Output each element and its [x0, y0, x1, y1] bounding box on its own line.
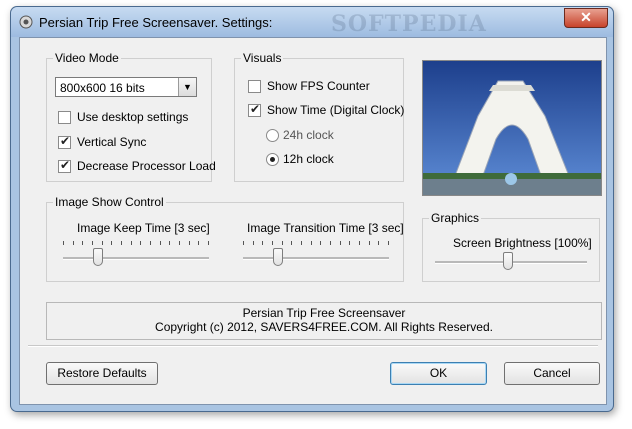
copyright-text: Copyright (c) 2012, SAVERS4FREE.COM. All… — [155, 320, 493, 334]
slider-tick — [160, 241, 161, 245]
slider-ticks — [63, 241, 209, 246]
slider-track — [243, 257, 389, 260]
slider-tick — [150, 241, 151, 245]
slider-tick — [121, 241, 122, 245]
video-mode-legend: Video Mode — [53, 51, 121, 65]
keep-time-slider[interactable] — [63, 241, 209, 270]
slider-tick — [282, 241, 283, 245]
visuals-group: Visuals Show FPS Counter ✔ Show Time (Di… — [234, 51, 405, 182]
slider-tick — [131, 241, 132, 245]
clock-24h-radio[interactable] — [266, 129, 279, 142]
slider-tick — [198, 241, 199, 245]
slider-tick — [388, 241, 389, 245]
slider-tick — [140, 241, 141, 245]
slider-tick — [208, 241, 209, 245]
transition-time-label: Image Transition Time [3 sec] — [247, 221, 404, 235]
slider-tick — [349, 241, 350, 245]
slider-tick — [253, 241, 254, 245]
window-title: Persian Trip Free Screensaver. Settings: — [39, 15, 273, 30]
cancel-button[interactable]: Cancel — [504, 362, 600, 385]
slider-track — [63, 257, 209, 260]
slider-tick — [189, 241, 190, 245]
slider-tick — [301, 241, 302, 245]
use-desktop-label: Use desktop settings — [77, 110, 189, 124]
slider-tick — [320, 241, 321, 245]
show-fps-checkbox[interactable] — [248, 80, 261, 93]
settings-window: Persian Trip Free Screensaver. Settings:… — [10, 6, 614, 412]
vsync-label: Vertical Sync — [77, 135, 147, 149]
show-time-checkbox[interactable]: ✔ — [248, 102, 261, 117]
vsync-checkbox[interactable]: ✔ — [58, 134, 71, 149]
slider-tick — [311, 241, 312, 245]
slider-tick — [73, 241, 74, 245]
slider-tick — [369, 241, 370, 245]
slider-tick — [243, 241, 244, 245]
transition-time-slider[interactable] — [243, 241, 389, 270]
brightness-slider[interactable] — [435, 252, 587, 274]
resolution-value: 800x600 16 bits — [60, 81, 145, 95]
close-button[interactable]: ✕ — [564, 8, 608, 28]
slider-tick — [262, 241, 263, 245]
clock-24h-label: 24h clock — [283, 128, 334, 142]
resolution-select[interactable]: 800x600 16 bits ▼ — [55, 77, 197, 97]
restore-defaults-button[interactable]: Restore Defaults — [46, 362, 158, 385]
graphics-legend: Graphics — [429, 211, 482, 225]
separator — [28, 345, 598, 347]
slider-tick — [102, 241, 103, 245]
softpedia-watermark: SOFTPEDIA — [331, 11, 487, 37]
slider-tick — [340, 241, 341, 245]
visuals-legend: Visuals — [241, 51, 284, 65]
product-name: Persian Trip Free Screensaver — [242, 306, 406, 320]
slider-tick — [82, 241, 83, 245]
slider-tick — [291, 241, 292, 245]
app-icon — [19, 15, 33, 29]
keep-time-label: Image Keep Time [3 sec] — [77, 221, 210, 235]
image-show-control-legend: Image Show Control — [53, 195, 166, 209]
slider-thumb[interactable] — [273, 248, 283, 266]
slider-tick — [330, 241, 331, 245]
slider-ticks — [243, 241, 389, 246]
slider-thumb[interactable] — [93, 248, 103, 266]
slider-tick — [359, 241, 360, 245]
azadi-tower-photo — [422, 60, 602, 196]
slider-tick — [179, 241, 180, 245]
decrease-load-label: Decrease Processor Load — [77, 159, 216, 173]
slider-tick — [92, 241, 93, 245]
checkmark-icon: ✔ — [250, 102, 261, 116]
decrease-load-checkbox[interactable]: ✔ — [58, 158, 71, 173]
use-desktop-checkbox[interactable] — [58, 111, 71, 124]
radio-dot-icon — [270, 157, 275, 162]
graphics-group: Graphics Screen Brightness [100%] — [422, 211, 600, 282]
clock-12h-radio[interactable] — [266, 153, 279, 166]
image-show-control-group: Image Show Control Image Keep Time [3 se… — [46, 195, 404, 282]
slider-tick — [111, 241, 112, 245]
slider-tick — [63, 241, 64, 245]
chevron-down-icon[interactable]: ▼ — [178, 78, 196, 96]
checkmark-icon: ✔ — [60, 158, 71, 172]
slider-tick — [169, 241, 170, 245]
brightness-label: Screen Brightness [100%] — [453, 236, 592, 250]
close-icon: ✕ — [580, 9, 592, 25]
show-time-label: Show Time (Digital Clock) — [267, 103, 405, 117]
clock-12h-label: 12h clock — [283, 152, 334, 166]
about-info-box: Persian Trip Free Screensaver Copyright … — [46, 302, 602, 340]
video-mode-group: Video Mode 800x600 16 bits ▼ Use desktop… — [46, 51, 216, 182]
checkmark-icon: ✔ — [60, 134, 71, 148]
ok-button[interactable]: OK — [390, 362, 487, 385]
title-bar[interactable]: Persian Trip Free Screensaver. Settings:… — [11, 7, 613, 37]
slider-tick — [272, 241, 273, 245]
show-fps-label: Show FPS Counter — [267, 79, 370, 93]
slider-tick — [378, 241, 379, 245]
dialog-client-area: Video Mode 800x600 16 bits ▼ Use desktop… — [19, 37, 607, 405]
slider-thumb[interactable] — [503, 252, 513, 270]
